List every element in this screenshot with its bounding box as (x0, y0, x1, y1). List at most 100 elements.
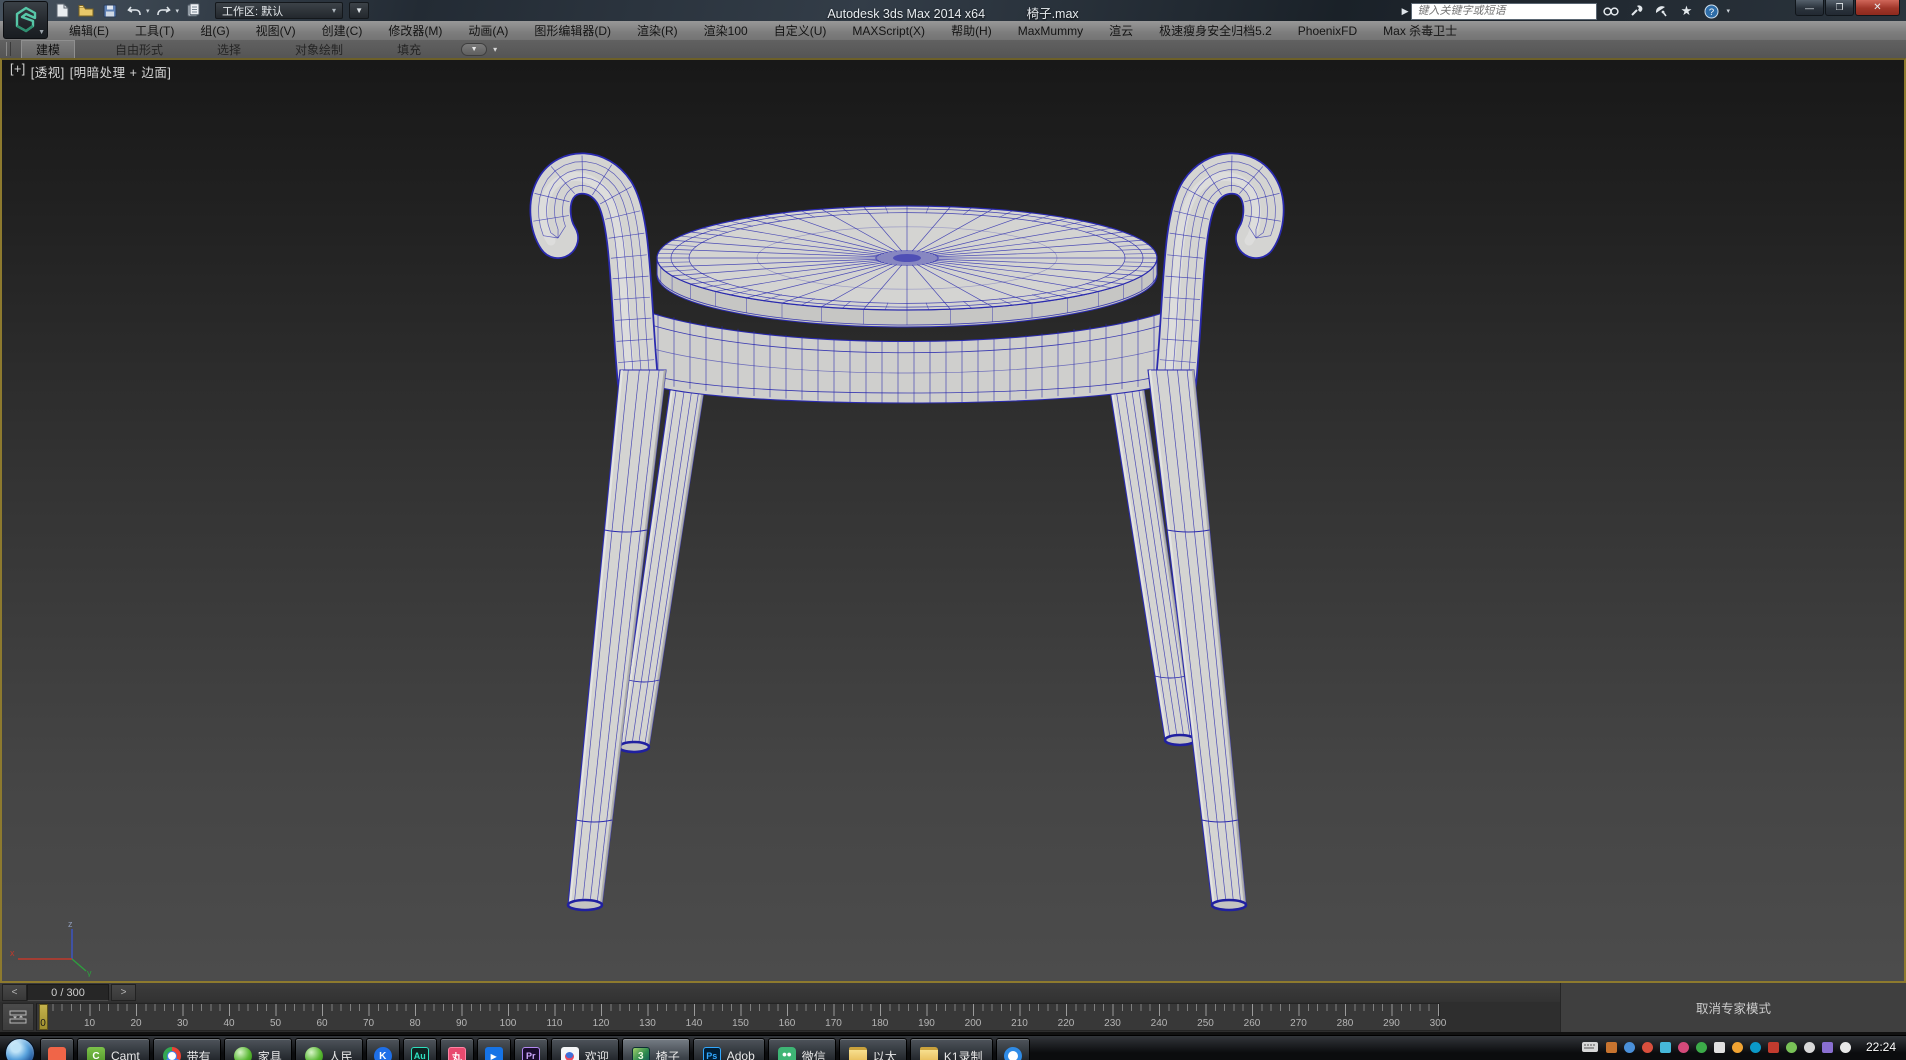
menu-item-6[interactable]: 动画(A) (455, 21, 521, 40)
menu-item-7[interactable]: 图形编辑器(D) (521, 21, 624, 40)
tray-icon-11[interactable] (1804, 1042, 1815, 1053)
taskbar-item-1[interactable]: CCamt (77, 1038, 150, 1060)
taskbar-item-9[interactable]: Pr (514, 1038, 548, 1060)
max-icon: 3 (632, 1047, 650, 1060)
menu-item-2[interactable]: 组(G) (187, 21, 242, 40)
application-menu-button[interactable]: ▼ (3, 1, 48, 39)
menu-item-3[interactable]: 视图(V) (243, 21, 309, 40)
search-icon[interactable] (1603, 4, 1619, 19)
menu-item-11[interactable]: MAXScript(X) (839, 21, 938, 40)
taskbar-item-14[interactable]: 以太 (839, 1038, 907, 1060)
tray-icon-12[interactable] (1822, 1042, 1833, 1053)
perspective-viewport[interactable]: [+] [透视] [明暗处理 + 边面] z x y (0, 58, 1906, 983)
ribbon-tab-1[interactable]: 自由形式 (101, 40, 177, 58)
current-frame-display[interactable]: 0 / 300 (27, 984, 109, 1001)
menu-item-5[interactable]: 修改器(M) (375, 21, 455, 40)
undo-history-caret[interactable]: ▾ (146, 7, 150, 15)
taskbar-item-11[interactable]: 3椅子 (622, 1038, 690, 1060)
viewport-general-menu[interactable]: [+] (10, 62, 26, 81)
taskbar-item-2[interactable]: 带有 (153, 1038, 221, 1060)
taskbar-item-10[interactable]: 欢迎 (551, 1038, 619, 1060)
tray-icon-10[interactable] (1786, 1042, 1797, 1053)
taskbar-item-15[interactable]: K1录制 (910, 1038, 993, 1060)
tray-icon-6[interactable] (1714, 1042, 1725, 1053)
taskbar-item-5[interactable]: K (366, 1038, 400, 1060)
cancel-expert-mode-button[interactable]: 取消专家模式 (1696, 998, 1771, 1017)
ribbon-tab-3[interactable]: 对象绘制 (281, 40, 357, 58)
help-caret[interactable]: ▾ (1726, 7, 1730, 15)
tick-label-20: 20 (130, 1018, 141, 1029)
tray-icon-8[interactable] (1750, 1042, 1761, 1053)
ribbon-grip-handle[interactable] (6, 42, 11, 56)
tray-icon-1[interactable] (1624, 1042, 1635, 1053)
ribbon-tab-2[interactable]: 选择 (203, 40, 255, 58)
tray-icon-5[interactable] (1696, 1042, 1707, 1053)
tray-icon-7[interactable] (1732, 1042, 1743, 1053)
time-ruler[interactable]: 0102030405060708090100110120130140150160… (36, 1003, 1440, 1031)
tray-icon-13[interactable] (1840, 1042, 1851, 1053)
tray-icon-2[interactable] (1642, 1042, 1653, 1053)
menu-item-9[interactable]: 渲染100 (691, 21, 761, 40)
favorites-star-icon[interactable]: ★ (1678, 4, 1694, 19)
redo-button[interactable] (154, 2, 174, 19)
next-frame-button[interactable]: > (111, 984, 136, 1001)
taskbar-item-label: 以太 (873, 1048, 897, 1060)
menu-item-13[interactable]: MaxMummy (1005, 21, 1096, 40)
taskbar-item-4[interactable]: 人民 (295, 1038, 363, 1060)
menu-item-8[interactable]: 渲染(R) (624, 21, 691, 40)
menu-item-4[interactable]: 创建(C) (309, 21, 376, 40)
menu-item-12[interactable]: 帮助(H) (938, 21, 1005, 40)
communication-center-icon[interactable] (1653, 4, 1669, 19)
new-file-button[interactable] (52, 2, 72, 19)
taskbar-item-3[interactable]: 家具 (224, 1038, 292, 1060)
kblue-icon: K (374, 1047, 392, 1060)
restore-button[interactable]: ❐ (1825, 0, 1854, 16)
taskbar-item-7[interactable]: 丸 (440, 1038, 474, 1060)
tick-label-140: 140 (686, 1018, 703, 1029)
undo-button[interactable] (124, 2, 144, 19)
previous-frame-button[interactable]: < (2, 984, 27, 1001)
ribbon-options-caret[interactable]: ▾ (493, 45, 497, 54)
taskbar-item-8[interactable]: ▶ (477, 1038, 511, 1060)
language-keyboard-icon[interactable] (1581, 1041, 1599, 1053)
close-button[interactable]: ✕ (1855, 0, 1900, 16)
taskbar-item-0[interactable] (40, 1038, 74, 1060)
ribbon-tab-0[interactable]: 建模 (21, 40, 75, 58)
mini-curve-editor-button[interactable] (2, 1003, 34, 1031)
menu-item-10[interactable]: 自定义(U) (761, 21, 840, 40)
start-button[interactable] (0, 1038, 40, 1060)
subscription-wrench-icon[interactable] (1628, 4, 1644, 19)
tick-label-90: 90 (456, 1018, 467, 1029)
menu-item-15[interactable]: 极速瘦身安全归档5.2 (1146, 21, 1285, 40)
tray-icon-4[interactable] (1678, 1042, 1689, 1053)
open-file-button[interactable] (76, 2, 96, 19)
help-icon[interactable]: ? (1703, 4, 1719, 19)
search-expand-icon[interactable]: ▶ (1402, 6, 1409, 17)
taskbar-item-13[interactable]: 微信 (768, 1038, 836, 1060)
viewport-pov-menu[interactable]: [透视] (31, 62, 65, 81)
globe-icon (305, 1047, 323, 1060)
save-file-button[interactable] (100, 2, 120, 19)
ribbon-tab-4[interactable]: 填充 (383, 40, 435, 58)
menu-item-14[interactable]: 渲云 (1096, 21, 1146, 40)
taskbar-item-12[interactable]: PsAdob (693, 1038, 765, 1060)
viewport-shading-menu[interactable]: [明暗处理 + 边面] (70, 62, 172, 81)
taskbar-clock[interactable]: 22:24 (1866, 1040, 1896, 1054)
search-input[interactable] (1411, 3, 1597, 20)
menu-item-0[interactable]: 编辑(E) (56, 21, 122, 40)
minimize-button[interactable]: — (1795, 0, 1824, 16)
project-folder-button[interactable] (183, 2, 203, 19)
redo-history-caret[interactable]: ▾ (176, 7, 180, 15)
menu-item-16[interactable]: PhoenixFD (1285, 21, 1370, 40)
taskbar-item-6[interactable]: Au (403, 1038, 437, 1060)
taskbar-item-16[interactable] (996, 1038, 1030, 1060)
tray-icon-3[interactable] (1660, 1042, 1671, 1053)
tray-icon-9[interactable] (1768, 1042, 1779, 1053)
menu-item-1[interactable]: 工具(T) (122, 21, 187, 40)
ribbon-minimize-button[interactable]: ▼ (461, 43, 487, 56)
tray-icon-0[interactable] (1606, 1042, 1617, 1053)
orange-icon (48, 1047, 66, 1060)
workspace-menu-button[interactable]: ▼ (349, 2, 369, 19)
workspace-selector[interactable]: 工作区: 默认 ▾ (215, 2, 343, 19)
menu-item-17[interactable]: Max 杀毒卫士 (1370, 21, 1470, 40)
